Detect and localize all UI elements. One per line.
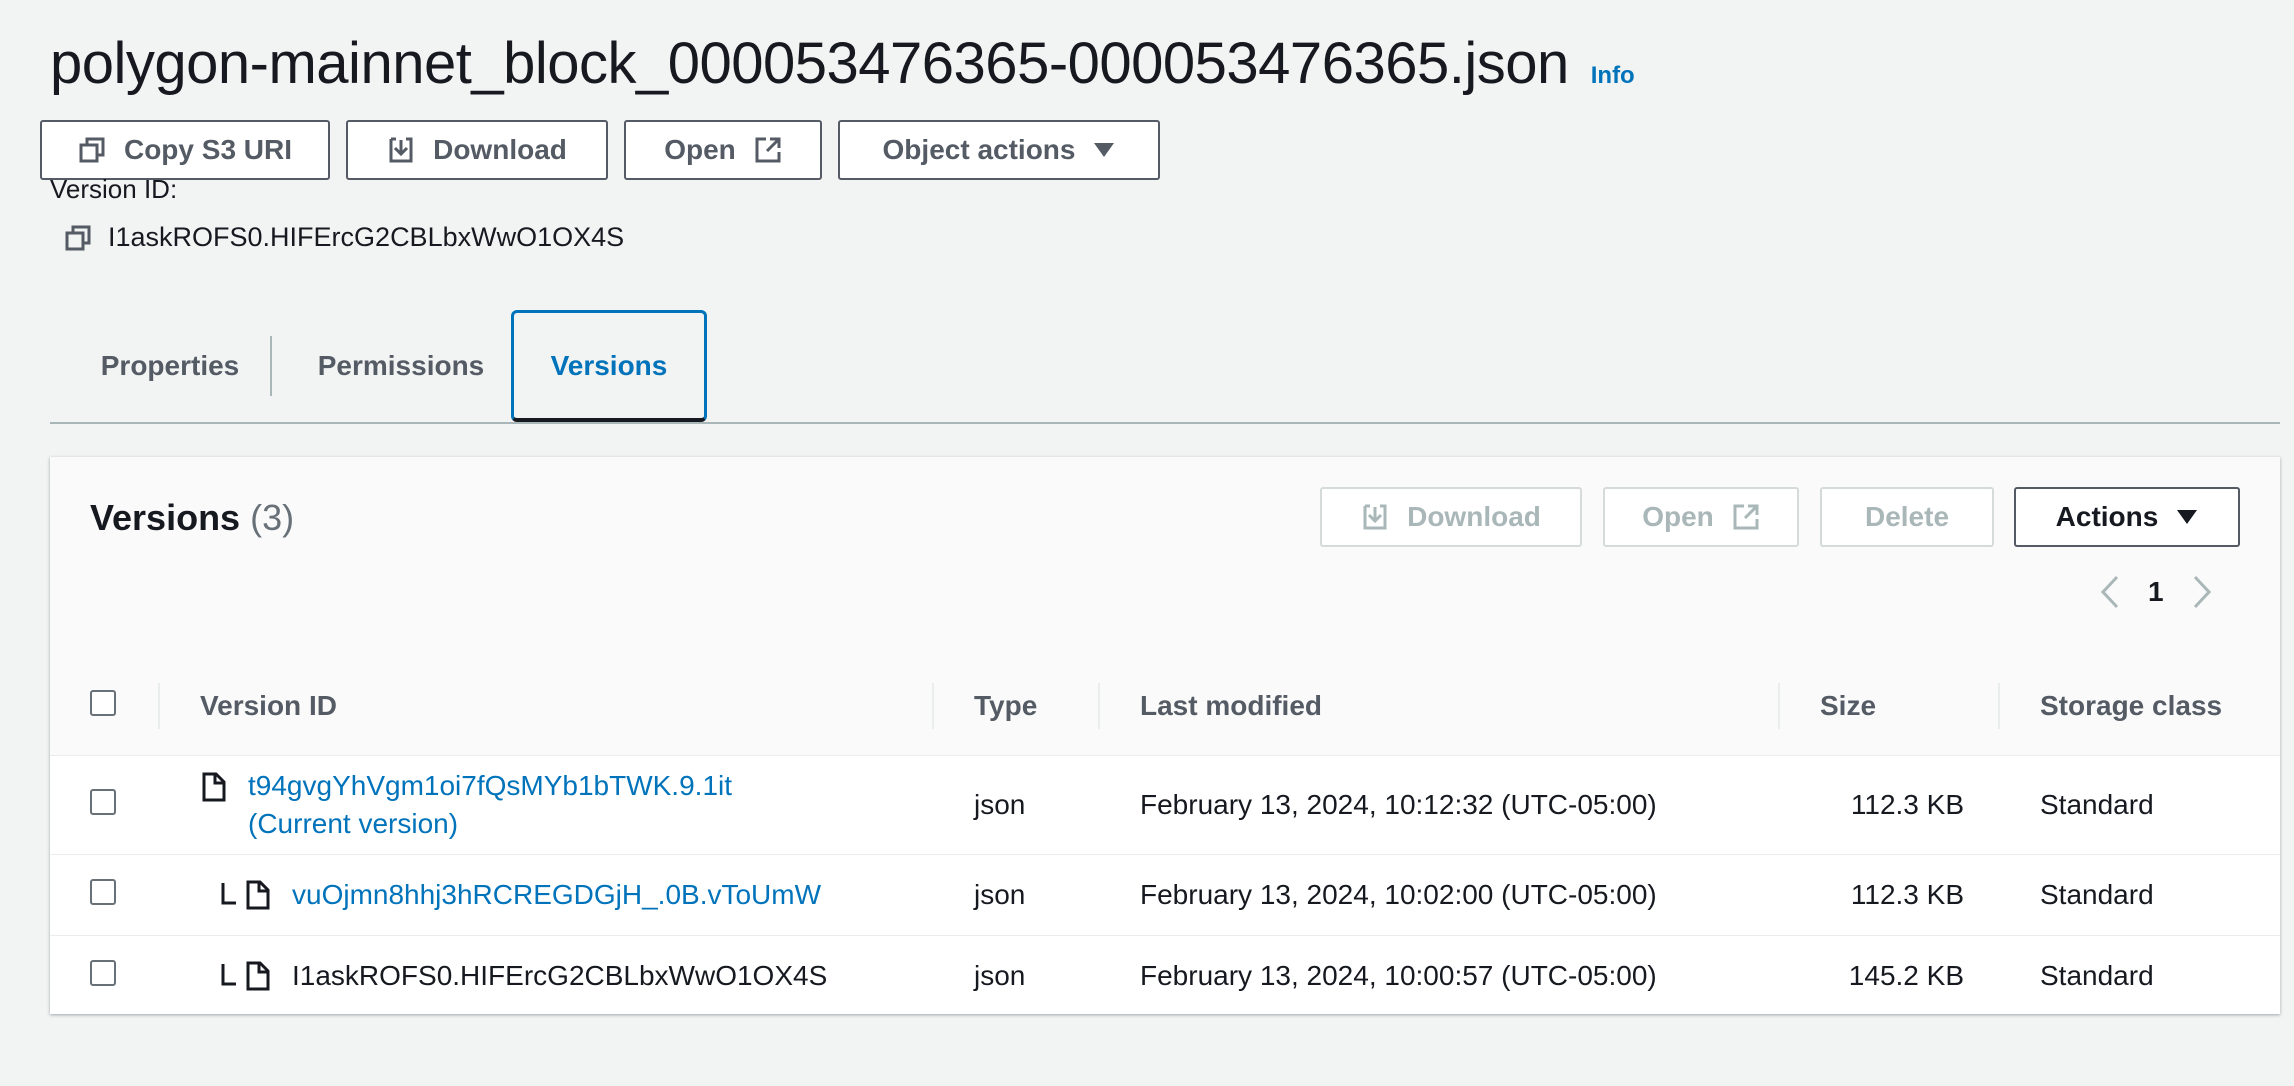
download-icon	[389, 137, 413, 163]
tab-bar: Properties Permissions Versions	[50, 310, 2280, 424]
versions-actions-button[interactable]: Actions	[2014, 487, 2240, 547]
column-header-label: Size	[1820, 690, 1877, 721]
last-modified-cell: February 13, 2024, 10:02:00 (UTC-05:00)	[1100, 854, 1780, 936]
column-header-type[interactable]: Type	[934, 657, 1100, 756]
tab-properties[interactable]: Properties	[70, 310, 270, 422]
table-row: I1askROFS0.HIFErcG2CBLbxWwO1OX4S json Fe…	[50, 936, 2280, 1017]
file-icon	[246, 961, 270, 991]
page-title: polygon-mainnet_block_000053476365-00005…	[50, 31, 1569, 96]
row-select-cell	[50, 755, 160, 855]
select-all-cell	[50, 657, 160, 756]
versions-actions-label: Actions	[2055, 501, 2159, 532]
type-cell: json	[934, 755, 1100, 855]
versions-download-button[interactable]: Download	[1320, 487, 1582, 547]
tab-versions[interactable]: Versions	[511, 310, 707, 422]
file-icon	[246, 880, 270, 910]
version-id-value: I1askROFS0.HIFErcG2CBLbxWwO1OX4S	[108, 222, 625, 252]
size-cell: 112.3 KB	[1780, 854, 2000, 936]
tree-branch-icon	[221, 883, 236, 905]
versions-count: (3)	[250, 497, 295, 538]
column-header-storage-class[interactable]: Storage class	[2000, 657, 2280, 756]
file-icon	[202, 772, 226, 802]
version-id-cell: I1askROFS0.HIFErcG2CBLbxWwO1OX4S	[160, 936, 934, 1017]
external-link-icon	[755, 137, 781, 163]
versions-open-button[interactable]: Open	[1603, 487, 1799, 547]
row-checkbox[interactable]	[90, 788, 116, 815]
info-link[interactable]: Info	[1591, 62, 1635, 90]
chevron-left-icon[interactable]	[2100, 575, 2120, 609]
caret-down-icon	[2177, 510, 2198, 524]
column-header-label: Storage class	[2040, 690, 2223, 721]
copy-s3-uri-label: Copy S3 URI	[123, 134, 293, 165]
size-cell: 112.3 KB	[1780, 755, 2000, 855]
type-cell: json	[974, 960, 1026, 991]
versions-heading: Versions (3)	[90, 497, 294, 539]
current-version-note[interactable]: (Current version)	[248, 808, 732, 840]
open-label: Open	[664, 134, 736, 165]
row-select-cell	[50, 854, 160, 936]
copy-icon	[79, 137, 105, 163]
download-label: Download	[433, 134, 567, 165]
copy-s3-uri-button[interactable]: Copy S3 URI	[40, 120, 330, 180]
object-actions-label: Object actions	[882, 134, 1076, 165]
last-modified-cell: February 13, 2024, 10:12:32 (UTC-05:00)	[1100, 755, 1780, 855]
versions-title: Versions	[90, 497, 241, 538]
versions-table: Version ID Type Last modified Size Stora…	[50, 657, 2280, 1016]
row-select-cell	[50, 936, 160, 1017]
versions-delete-button[interactable]: Delete	[1820, 487, 1994, 547]
version-id-cell: vuOjmn8hhj3hRCREGDGjH_.0B.vToUmW	[160, 854, 934, 936]
table-row: vuOjmn8hhj3hRCREGDGjH_.0B.vToUmW json Fe…	[50, 854, 2280, 936]
versions-open-label: Open	[1642, 501, 1714, 532]
storage-class-cell: Standard	[2040, 960, 2154, 991]
download-button[interactable]: Download	[346, 120, 608, 180]
chevron-right-icon[interactable]	[2192, 575, 2212, 609]
column-header-size[interactable]: Size	[1780, 657, 2000, 756]
table-row: t94gvgYhVgm1oi7fQsMYb1bTWK.9.1it (Curren…	[50, 755, 2280, 855]
select-all-checkbox[interactable]	[90, 689, 116, 716]
versions-download-label: Download	[1407, 501, 1541, 532]
tab-divider	[270, 336, 272, 396]
column-header-version-id[interactable]: Version ID	[160, 657, 934, 756]
type-cell: json	[934, 854, 1100, 936]
external-link-icon	[1733, 504, 1759, 530]
storage-class-cell: Standard	[2000, 755, 2280, 855]
page-header: polygon-mainnet_block_000053476365-00005…	[50, 30, 1635, 97]
tree-branch-icon	[221, 964, 236, 986]
open-button[interactable]: Open	[624, 120, 822, 180]
version-id-copy[interactable]: I1askROFS0.HIFErcG2CBLbxWwO1OX4S	[64, 222, 624, 253]
size-cell: 145.2 KB	[1848, 960, 1964, 991]
column-header-label: Type	[974, 690, 1038, 721]
column-header-label: Version ID	[200, 690, 337, 721]
copy-icon[interactable]	[64, 224, 92, 252]
last-modified-cell: February 13, 2024, 10:00:57 (UTC-05:00)	[1140, 960, 1657, 991]
tab-permissions[interactable]: Permissions	[290, 310, 512, 422]
version-link[interactable]: t94gvgYhVgm1oi7fQsMYb1bTWK.9.1it	[248, 770, 732, 802]
object-toolbar: Copy S3 URI Download Open Object actions	[40, 120, 1176, 180]
table-header-row: Version ID Type Last modified Size Stora…	[50, 657, 2280, 756]
download-icon	[1363, 504, 1387, 530]
pagination: 1	[2100, 575, 2212, 609]
row-checkbox[interactable]	[90, 959, 116, 986]
caret-down-icon	[1094, 143, 1115, 157]
page-number[interactable]: 1	[2148, 576, 2164, 608]
column-header-last-modified[interactable]: Last modified	[1100, 657, 1780, 756]
row-checkbox[interactable]	[90, 878, 116, 905]
versions-panel-header: Versions (3) Download Open Delete Action…	[50, 457, 2280, 658]
version-id-label: Version ID:	[50, 174, 178, 204]
storage-class-cell: Standard	[2000, 854, 2280, 936]
object-actions-button[interactable]: Object actions	[838, 120, 1160, 180]
version-id-text: I1askROFS0.HIFErcG2CBLbxWwO1OX4S	[292, 960, 828, 991]
version-id-cell: t94gvgYhVgm1oi7fQsMYb1bTWK.9.1it (Curren…	[160, 755, 934, 855]
version-link[interactable]: vuOjmn8hhj3hRCREGDGjH_.0B.vToUmW	[292, 879, 821, 911]
column-header-label: Last modified	[1140, 690, 1323, 721]
versions-panel: Versions (3) Download Open Delete Action…	[50, 457, 2280, 1014]
